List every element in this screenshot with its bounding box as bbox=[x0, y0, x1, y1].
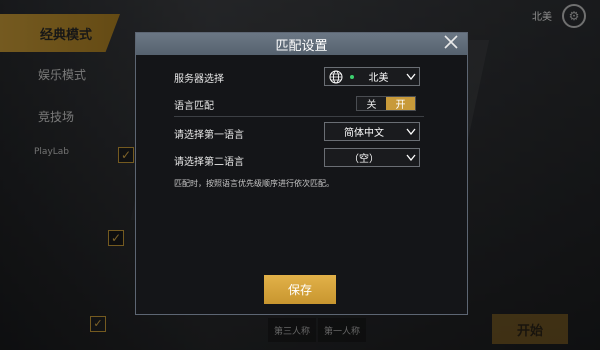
chevron-down-icon bbox=[403, 154, 419, 161]
language-match-toggle[interactable]: 关 开 bbox=[356, 96, 416, 111]
first-language-value: 简体中文 bbox=[344, 128, 384, 139]
toggle-on-option[interactable]: 开 bbox=[386, 97, 415, 111]
dialog-header: 匹配设置 bbox=[136, 33, 467, 55]
close-icon bbox=[444, 33, 458, 54]
chevron-down-icon bbox=[403, 73, 419, 80]
first-language-label: 请选择第一语言 bbox=[174, 130, 244, 141]
close-button[interactable] bbox=[441, 34, 461, 54]
chevron-down-icon bbox=[403, 128, 419, 135]
match-hint-text: 匹配时，按照语言优先级顺序进行依次匹配。 bbox=[174, 179, 334, 188]
server-label: 服务器选择 bbox=[174, 74, 224, 85]
globe-icon bbox=[328, 69, 344, 85]
server-select[interactable]: 北美 bbox=[324, 67, 420, 86]
match-settings-dialog: 匹配设置 服务器选择 北美 语言匹配 关 开 请选择第一语言 简体中文 请选择第… bbox=[135, 32, 468, 315]
second-language-value: （空） bbox=[349, 154, 379, 165]
save-button[interactable]: 保存 bbox=[264, 275, 336, 304]
first-language-select[interactable]: 简体中文 bbox=[324, 122, 420, 141]
language-match-label: 语言匹配 bbox=[174, 101, 214, 112]
dialog-title: 匹配设置 bbox=[275, 38, 328, 54]
divider bbox=[174, 116, 424, 117]
second-language-select[interactable]: （空） bbox=[324, 148, 420, 167]
server-value: 北美 bbox=[368, 73, 389, 84]
save-label: 保存 bbox=[287, 283, 312, 297]
second-language-label: 请选择第二语言 bbox=[174, 157, 244, 168]
toggle-off-option[interactable]: 关 bbox=[357, 97, 386, 111]
